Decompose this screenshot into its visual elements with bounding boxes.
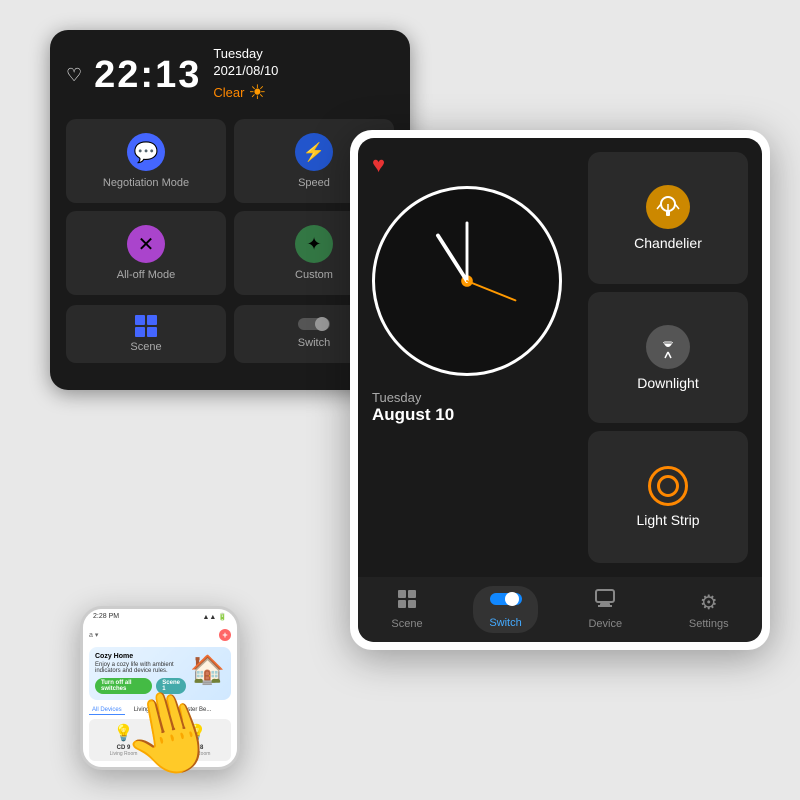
back-date-weather: Tuesday 2021/08/10 Clear ☀ <box>213 46 278 105</box>
chandelier-label: Chandelier <box>634 235 702 251</box>
front-main-area: ♥ Tuesday August 10 <box>358 138 762 577</box>
toggle-icon <box>298 315 330 333</box>
back-bottom-row: Scene Switch <box>66 305 394 363</box>
nav-settings[interactable]: ⚙ Settings <box>673 586 745 634</box>
nav-settings-label: Settings <box>689 618 729 630</box>
alloff-label: All-off Mode <box>117 269 176 281</box>
clock-date: August 10 <box>372 405 454 425</box>
speed-label: Speed <box>298 177 330 189</box>
cozy-title: Cozy Home <box>95 653 186 660</box>
clock-section: ♥ Tuesday August 10 <box>372 152 574 563</box>
custom-label: Custom <box>295 269 333 281</box>
nav-device-icon <box>595 589 615 615</box>
lightstrip-button[interactable]: Light Strip <box>588 431 748 563</box>
nav-scene-icon <box>397 589 417 615</box>
nav-settings-icon: ⚙ <box>700 590 718 615</box>
negotiation-icon: 💬 <box>127 133 165 171</box>
negotiation-mode-button[interactable]: 💬 Negotiation Mode <box>66 119 226 203</box>
nav-device-label: Device <box>588 618 622 630</box>
phone-indicators: ▲▲ 🔋 <box>202 613 227 621</box>
bottom-nav: Scene Switch <box>358 577 762 642</box>
back-time-row: ♡ 22:13 Tuesday 2021/08/10 Clear ☀ <box>66 46 394 105</box>
nav-scene[interactable]: Scene <box>375 585 438 634</box>
front-device-inner: ♥ Tuesday August 10 <box>358 138 762 642</box>
back-date: 2021/08/10 <box>213 63 278 78</box>
back-weather: Clear ☀ <box>213 80 278 105</box>
downlight-icon <box>646 325 690 369</box>
right-panel: Chandelier Downlight <box>588 152 748 563</box>
lightstrip-inner-ring <box>657 475 679 497</box>
back-grid-buttons: 💬 Negotiation Mode ⚡ Speed ✕ All-off Mod… <box>66 119 394 295</box>
cozy-subtitle: Enjoy a cozy life with ambient indicator… <box>95 662 186 674</box>
back-heart-icon: ♡ <box>66 65 82 86</box>
phone-status-bar: 2:28 PM ▲▲ 🔋 <box>83 609 237 623</box>
clock-face <box>372 186 562 376</box>
back-time-display: 22:13 <box>94 54 201 97</box>
downlight-button[interactable]: Downlight <box>588 292 748 424</box>
front-device: ♥ Tuesday August 10 <box>350 130 770 650</box>
phone-container: 2:28 PM ▲▲ 🔋 a ▾ + Cozy Home Enjoy a coz… <box>80 606 240 770</box>
nav-scene-label: Scene <box>391 618 422 630</box>
front-heart-icon: ♥ <box>372 152 385 178</box>
nav-switch[interactable]: Switch <box>473 586 537 633</box>
nav-switch-icon <box>490 590 522 614</box>
phone-header: a ▾ + <box>89 629 231 641</box>
back-scene-label: Scene <box>130 341 161 353</box>
phone-nav-indicator: a ▾ <box>89 631 98 639</box>
nav-switch-label: Switch <box>489 617 521 629</box>
back-weather-label: Clear <box>213 85 244 100</box>
chandelier-button[interactable]: Chandelier <box>588 152 748 284</box>
back-scene-button[interactable]: Scene <box>66 305 226 363</box>
downlight-label: Downlight <box>637 375 698 391</box>
clock-svg <box>375 189 559 373</box>
nav-device[interactable]: Device <box>572 585 638 634</box>
alloff-icon: ✕ <box>127 225 165 263</box>
scene-grid-icon <box>135 315 157 337</box>
back-switch-label: Switch <box>298 337 330 349</box>
phone-add-button[interactable]: + <box>219 629 231 641</box>
alloff-mode-button[interactable]: ✕ All-off Mode <box>66 211 226 295</box>
chandelier-icon <box>646 185 690 229</box>
clock-day: Tuesday <box>372 390 421 405</box>
custom-icon: ✦ <box>295 225 333 263</box>
sun-icon: ☀ <box>248 80 266 105</box>
lightstrip-label: Light Strip <box>636 512 699 528</box>
negotiation-label: Negotiation Mode <box>103 177 189 189</box>
back-day: Tuesday <box>213 46 278 61</box>
phone-time: 2:28 PM <box>93 613 119 621</box>
speed-icon: ⚡ <box>295 133 333 171</box>
lightstrip-icon <box>648 466 688 506</box>
